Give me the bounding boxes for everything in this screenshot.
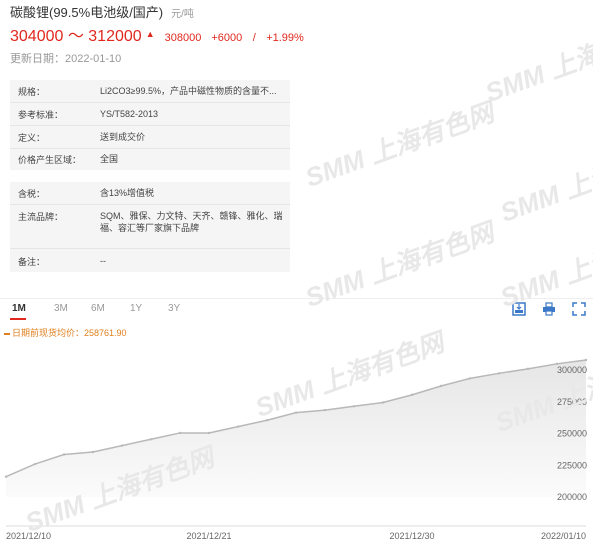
spec-key: 价格产生区域：	[18, 155, 82, 165]
y-tick-label: 225000	[557, 460, 587, 470]
x-tick-label: 2021/12/21	[186, 531, 231, 541]
spec-key: 参考标准：	[18, 110, 64, 120]
data-point	[120, 444, 124, 447]
watermark: SMM 上海有色网	[481, 11, 593, 108]
spec-row-tax: 含税： 含13%增值税	[10, 182, 290, 204]
tab-3m[interactable]: 3M	[54, 303, 68, 314]
data-point	[294, 411, 298, 414]
spec-row-region: 价格产生区域： 全国	[10, 148, 290, 170]
spec-row-remark: 备注： --	[10, 250, 290, 272]
spec-value: --	[100, 256, 106, 266]
y-tick-label: 275000	[557, 397, 587, 407]
y-tick-label: 300000	[557, 365, 587, 375]
x-tick-label: 2021/12/10	[6, 531, 51, 541]
tab-1m[interactable]: 1M	[12, 303, 26, 314]
spec-value: 送到成交价	[100, 132, 146, 142]
spec-value: YS/T582-2013	[100, 109, 159, 119]
price-row: 304000 ～ 312000 ▲ 308000 +6000 / +1.99%	[10, 22, 304, 46]
period-tab-bar: 1M 3M 6M 1Y 3Y	[0, 298, 593, 321]
price-trend-chart: 2021/12/10 2021/12/21 2021/12/30 2022/01/10…	[4, 358, 588, 541]
data-point	[526, 367, 530, 371]
divider	[10, 248, 290, 249]
y-tick-label: 200000	[557, 492, 587, 502]
watermark: SMM 上海有色网	[496, 131, 593, 228]
update-date: 更新日期：2022-01-10	[10, 53, 122, 65]
spec-key: 定义：	[18, 133, 46, 143]
change-separator: /	[252, 32, 256, 44]
price-change-percent: +1.99%	[266, 32, 304, 44]
data-point	[352, 405, 356, 408]
data-point	[497, 372, 501, 375]
data-point	[207, 431, 211, 435]
data-point	[4, 475, 8, 478]
tab-6m[interactable]: 6M	[91, 303, 105, 314]
price-unit: 元/吨	[171, 9, 194, 20]
watermark: SMM 上海有色网	[301, 96, 498, 193]
tab-1y[interactable]: 1Y	[130, 303, 142, 314]
spec-row-standard: 参考标准： YS/T582-2013	[10, 103, 290, 125]
tab-3y[interactable]: 3Y	[168, 303, 180, 314]
data-point	[33, 462, 37, 466]
product-title: 碳酸锂(99.5%电池级/国产)	[10, 5, 164, 20]
spec-row-brands: 主流品牌： SQM、雅保、力文特、天齐、赣锋、雅化、瑞福、容汇等厂家旗下品牌	[10, 205, 290, 247]
data-point	[410, 393, 414, 397]
spec-row-definition: 定义： 送到成交价	[10, 126, 290, 148]
data-point	[584, 358, 588, 362]
fullscreen-icon[interactable]	[572, 302, 586, 316]
spec-key: 备注：	[18, 257, 46, 267]
price-range: 304000 ～ 312000	[10, 28, 142, 45]
average-price: 308000	[164, 32, 202, 44]
spec-value: SQM、雅保、力文特、天齐、赣锋、雅化、瑞福、容汇等厂家旗下品牌	[100, 211, 283, 233]
spec-value: Li2CO3≥99.5%，产品中磁性物质的含量不...	[100, 86, 277, 96]
spec-key: 规格：	[18, 87, 46, 97]
series-area	[6, 360, 586, 497]
data-point	[265, 419, 269, 422]
spec-key: 含税：	[18, 189, 46, 199]
data-point	[62, 453, 66, 456]
data-point	[468, 377, 472, 380]
spec-box-secondary: 含税： 含13%增值税 主流品牌： SQM、雅保、力文特、天齐、赣锋、雅化、瑞福、容…	[10, 182, 290, 272]
spec-box-primary: 规格： Li2CO3≥99.5%，产品中磁性物质的含量不... 参考标准： YS/T…	[10, 80, 290, 170]
active-tab-indicator	[10, 318, 26, 320]
spec-value: 全国	[100, 154, 119, 164]
x-tick-label: 2021/12/30	[389, 531, 434, 541]
price-change: +6000	[211, 32, 243, 44]
print-icon[interactable]	[542, 302, 556, 316]
image-download-icon[interactable]	[512, 302, 526, 316]
data-point	[323, 408, 327, 412]
product-title-row: 碳酸锂(99.5%电池级/国产) 元/吨	[10, 2, 194, 21]
data-point	[381, 401, 385, 404]
spec-value: 含13%增值税	[100, 188, 155, 198]
spec-key: 主流品牌：	[18, 212, 64, 222]
data-point	[91, 450, 95, 454]
x-tick-label: 2022/01/10	[541, 531, 586, 541]
data-point	[236, 425, 240, 428]
spec-row-grade: 规格： Li2CO3≥99.5%，产品中磁性物质的含量不...	[10, 80, 290, 102]
data-point	[149, 438, 153, 441]
data-point	[439, 384, 443, 388]
up-arrow-icon: ▲	[145, 29, 155, 39]
data-point	[178, 431, 182, 435]
y-tick-label: 250000	[557, 429, 587, 439]
